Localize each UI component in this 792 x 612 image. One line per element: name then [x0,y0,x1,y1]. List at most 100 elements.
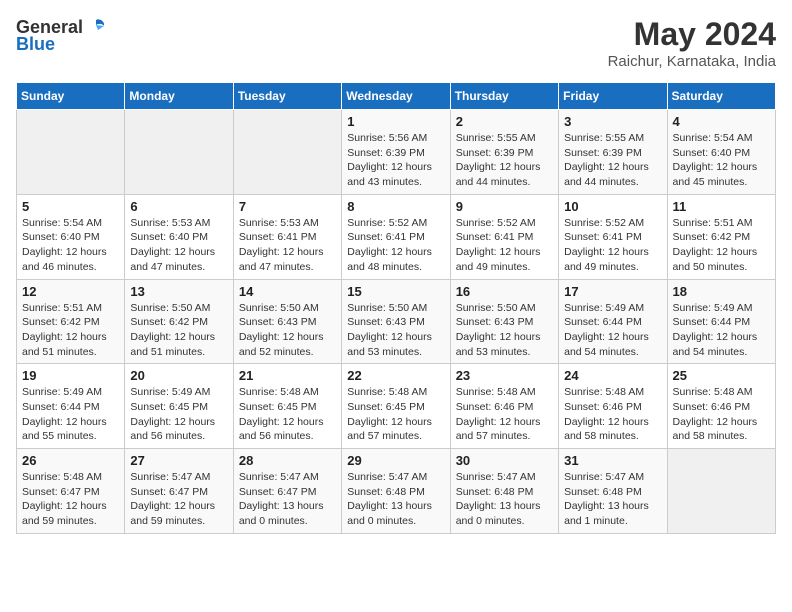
day-number: 12 [22,284,119,299]
column-header-saturday: Saturday [667,83,775,110]
day-number: 29 [347,453,444,468]
day-info: Sunrise: 5:50 AM Sunset: 6:43 PM Dayligh… [347,301,444,360]
day-info: Sunrise: 5:50 AM Sunset: 6:43 PM Dayligh… [456,301,553,360]
day-info: Sunrise: 5:54 AM Sunset: 6:40 PM Dayligh… [673,131,770,190]
day-info: Sunrise: 5:47 AM Sunset: 6:47 PM Dayligh… [130,470,227,529]
calendar-cell: 20 Sunrise: 5:49 AM Sunset: 6:45 PM Dayli… [125,364,233,449]
calendar-cell: 29 Sunrise: 5:47 AM Sunset: 6:48 PM Dayli… [342,449,450,534]
day-info: Sunrise: 5:54 AM Sunset: 6:40 PM Dayligh… [22,216,119,275]
day-number: 7 [239,199,336,214]
calendar-cell: 4 Sunrise: 5:54 AM Sunset: 6:40 PM Daylig… [667,110,775,195]
calendar-cell: 3Sunrise: 5:55 AM Sunset: 6:39 PM Daylig… [559,110,667,195]
day-info: Sunrise: 5:52 AM Sunset: 6:41 PM Dayligh… [564,216,661,275]
calendar-cell: 25Sunrise: 5:48 AM Sunset: 6:46 PM Dayli… [667,364,775,449]
day-info: Sunrise: 5:53 AM Sunset: 6:40 PM Dayligh… [130,216,227,275]
calendar-cell: 17 Sunrise: 5:49 AM Sunset: 6:44 PM Dayli… [559,279,667,364]
day-info: Sunrise: 5:48 AM Sunset: 6:45 PM Dayligh… [239,385,336,444]
day-info: Sunrise: 5:48 AM Sunset: 6:46 PM Dayligh… [673,385,770,444]
day-info: Sunrise: 5:53 AM Sunset: 6:41 PM Dayligh… [239,216,336,275]
calendar-header-row: SundayMondayTuesdayWednesdayThursdayFrid… [17,83,776,110]
day-info: Sunrise: 5:49 AM Sunset: 6:44 PM Dayligh… [564,301,661,360]
calendar-cell: 10 Sunrise: 5:52 AM Sunset: 6:41 PM Dayli… [559,194,667,279]
logo: General Blue [16,16,107,55]
calendar-cell: 13Sunrise: 5:50 AM Sunset: 6:42 PM Dayli… [125,279,233,364]
logo-bird-icon [85,16,107,38]
calendar-cell: 14 Sunrise: 5:50 AM Sunset: 6:43 PM Dayli… [233,279,341,364]
day-info: Sunrise: 5:48 AM Sunset: 6:45 PM Dayligh… [347,385,444,444]
day-number: 10 [564,199,661,214]
calendar-cell: 28 Sunrise: 5:47 AM Sunset: 6:47 PM Dayli… [233,449,341,534]
day-number: 21 [239,368,336,383]
day-info: Sunrise: 5:48 AM Sunset: 6:46 PM Dayligh… [564,385,661,444]
calendar-cell: 9Sunrise: 5:52 AM Sunset: 6:41 PM Daylig… [450,194,558,279]
column-header-friday: Friday [559,83,667,110]
calendar-cell: 12Sunrise: 5:51 AM Sunset: 6:42 PM Dayli… [17,279,125,364]
day-number: 20 [130,368,227,383]
day-number: 17 [564,284,661,299]
day-number: 27 [130,453,227,468]
calendar-cell: 22Sunrise: 5:48 AM Sunset: 6:45 PM Dayli… [342,364,450,449]
day-number: 28 [239,453,336,468]
calendar-cell: 23 Sunrise: 5:48 AM Sunset: 6:46 PM Dayli… [450,364,558,449]
calendar-cell: 18 Sunrise: 5:49 AM Sunset: 6:44 PM Dayli… [667,279,775,364]
day-number: 24 [564,368,661,383]
calendar-cell: 30 Sunrise: 5:47 AM Sunset: 6:48 PM Dayli… [450,449,558,534]
day-info: Sunrise: 5:47 AM Sunset: 6:48 PM Dayligh… [456,470,553,529]
column-header-monday: Monday [125,83,233,110]
column-header-tuesday: Tuesday [233,83,341,110]
day-number: 4 [673,114,770,129]
page-header: General Blue May 2024 Raichur, Karnataka… [16,16,776,70]
day-number: 15 [347,284,444,299]
day-info: Sunrise: 5:48 AM Sunset: 6:47 PM Dayligh… [22,470,119,529]
calendar-cell [667,449,775,534]
calendar-cell: 26 Sunrise: 5:48 AM Sunset: 6:47 PM Dayli… [17,449,125,534]
column-header-thursday: Thursday [450,83,558,110]
day-number: 3 [564,114,661,129]
day-info: Sunrise: 5:47 AM Sunset: 6:48 PM Dayligh… [347,470,444,529]
calendar-cell: 1 Sunrise: 5:56 AM Sunset: 6:39 PM Daylig… [342,110,450,195]
day-info: Sunrise: 5:47 AM Sunset: 6:47 PM Dayligh… [239,470,336,529]
calendar-title: May 2024 [608,16,776,53]
day-number: 26 [22,453,119,468]
calendar-cell [233,110,341,195]
day-info: Sunrise: 5:51 AM Sunset: 6:42 PM Dayligh… [673,216,770,275]
day-number: 23 [456,368,553,383]
calendar-week-5: 26 Sunrise: 5:48 AM Sunset: 6:47 PM Dayli… [17,449,776,534]
calendar-table: SundayMondayTuesdayWednesdayThursdayFrid… [16,82,776,534]
day-info: Sunrise: 5:56 AM Sunset: 6:39 PM Dayligh… [347,131,444,190]
calendar-cell: 8 Sunrise: 5:52 AM Sunset: 6:41 PM Daylig… [342,194,450,279]
day-number: 8 [347,199,444,214]
day-number: 14 [239,284,336,299]
calendar-week-2: 5 Sunrise: 5:54 AM Sunset: 6:40 PM Daylig… [17,194,776,279]
day-number: 13 [130,284,227,299]
calendar-cell: 11 Sunrise: 5:51 AM Sunset: 6:42 PM Dayli… [667,194,775,279]
day-info: Sunrise: 5:48 AM Sunset: 6:46 PM Dayligh… [456,385,553,444]
calendar-cell: 7 Sunrise: 5:53 AM Sunset: 6:41 PM Daylig… [233,194,341,279]
column-header-wednesday: Wednesday [342,83,450,110]
day-number: 30 [456,453,553,468]
day-number: 11 [673,199,770,214]
calendar-week-1: 1 Sunrise: 5:56 AM Sunset: 6:39 PM Daylig… [17,110,776,195]
calendar-cell: 2 Sunrise: 5:55 AM Sunset: 6:39 PM Daylig… [450,110,558,195]
day-number: 31 [564,453,661,468]
day-number: 1 [347,114,444,129]
day-number: 19 [22,368,119,383]
day-info: Sunrise: 5:49 AM Sunset: 6:44 PM Dayligh… [22,385,119,444]
calendar-cell: 27 Sunrise: 5:47 AM Sunset: 6:47 PM Dayli… [125,449,233,534]
calendar-subtitle: Raichur, Karnataka, India [608,53,776,70]
day-info: Sunrise: 5:50 AM Sunset: 6:43 PM Dayligh… [239,301,336,360]
day-number: 16 [456,284,553,299]
calendar-cell: 15 Sunrise: 5:50 AM Sunset: 6:43 PM Dayli… [342,279,450,364]
day-info: Sunrise: 5:55 AM Sunset: 6:39 PM Dayligh… [456,131,553,190]
calendar-cell: 6Sunrise: 5:53 AM Sunset: 6:40 PM Daylig… [125,194,233,279]
column-header-sunday: Sunday [17,83,125,110]
day-info: Sunrise: 5:47 AM Sunset: 6:48 PM Dayligh… [564,470,661,529]
day-info: Sunrise: 5:49 AM Sunset: 6:44 PM Dayligh… [673,301,770,360]
logo-text-blue: Blue [16,34,55,55]
day-number: 18 [673,284,770,299]
calendar-cell: 21 Sunrise: 5:48 AM Sunset: 6:45 PM Dayli… [233,364,341,449]
day-number: 2 [456,114,553,129]
day-info: Sunrise: 5:49 AM Sunset: 6:45 PM Dayligh… [130,385,227,444]
day-number: 5 [22,199,119,214]
day-info: Sunrise: 5:52 AM Sunset: 6:41 PM Dayligh… [347,216,444,275]
